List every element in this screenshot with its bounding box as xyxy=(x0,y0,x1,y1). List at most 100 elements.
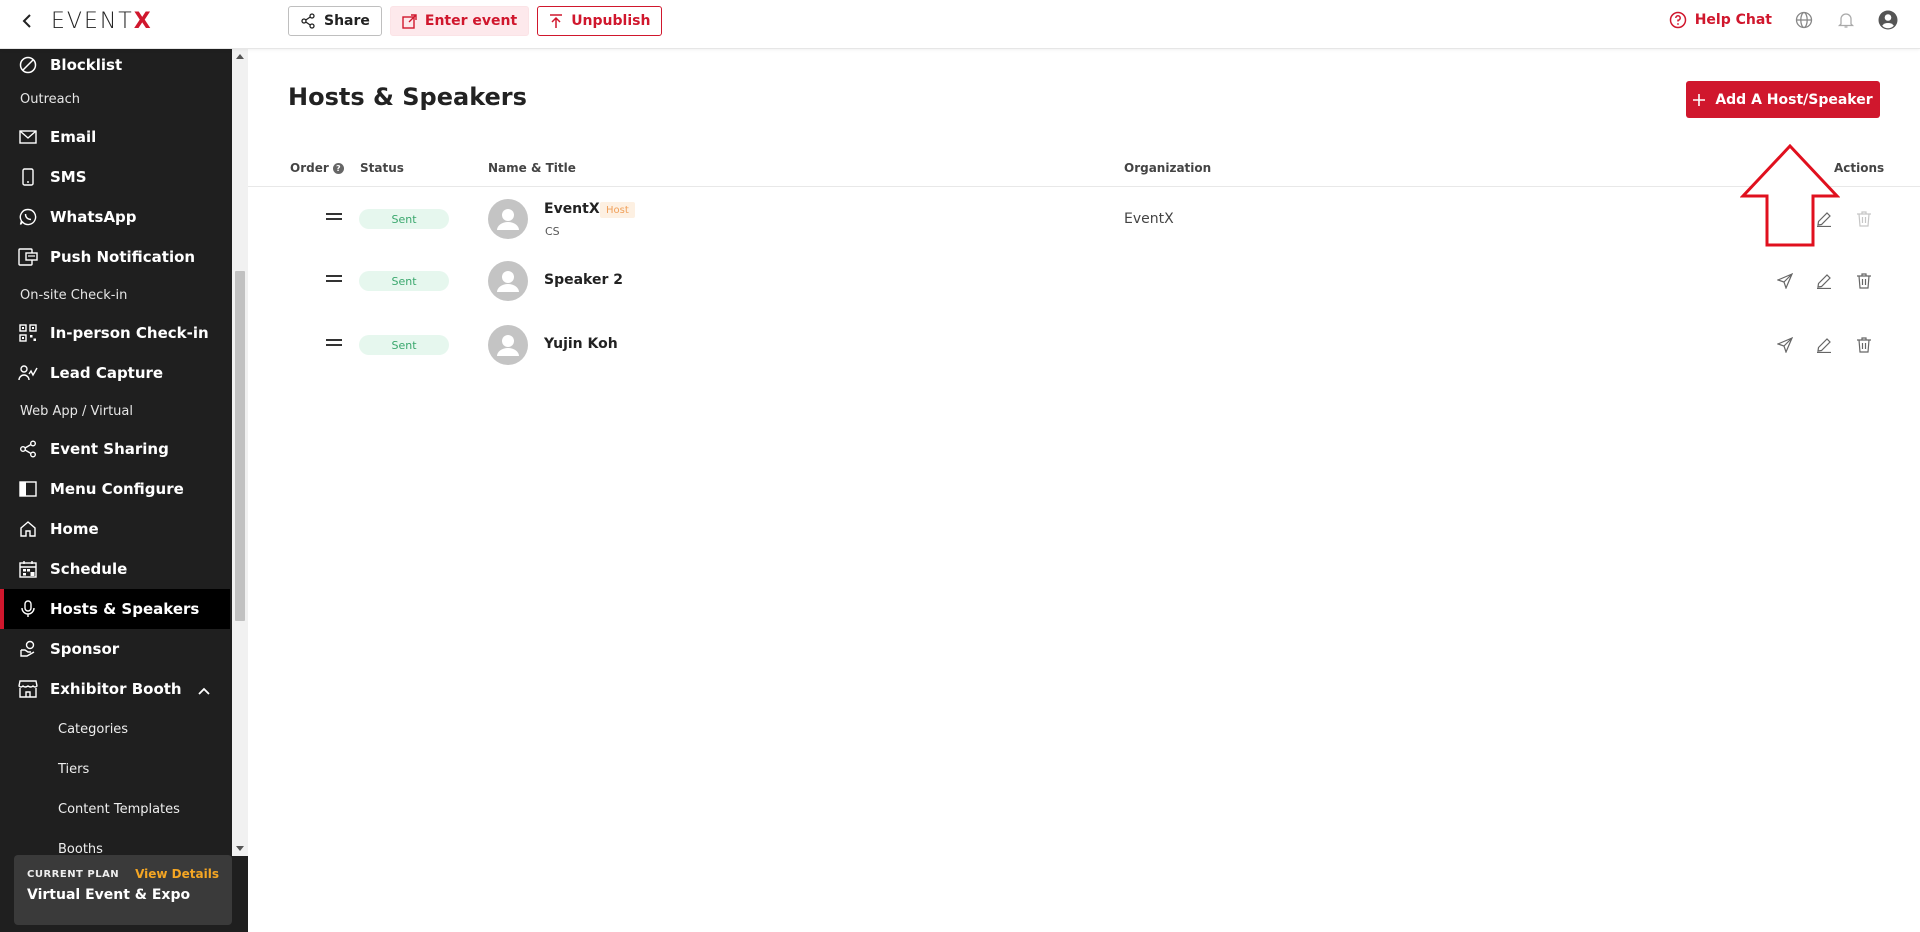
bell-icon[interactable] xyxy=(1836,10,1856,30)
sidebar-item-label: Push Notification xyxy=(50,248,196,266)
unpublish-label: Unpublish xyxy=(571,13,651,29)
sidebar-item-event-sharing[interactable]: Event Sharing xyxy=(0,429,230,469)
sidebar-item-label: In-person Check-in xyxy=(50,324,209,342)
column-order-label: Order xyxy=(290,161,329,175)
view-details-link[interactable]: View Details xyxy=(135,867,219,881)
layout-icon xyxy=(18,479,38,499)
sidebar-item-inperson-checkin[interactable]: In-person Check-in xyxy=(0,313,230,353)
host-badge: Host xyxy=(600,202,635,218)
sidebar-subitem-categories[interactable]: Categories xyxy=(0,709,230,749)
edit-icon[interactable] xyxy=(1814,271,1834,291)
scroll-down-arrow-icon[interactable] xyxy=(236,846,244,851)
avatar xyxy=(488,325,528,365)
share-icon xyxy=(301,13,315,29)
sidebar-item-sponsor[interactable]: Sponsor xyxy=(0,629,230,669)
lead-capture-icon xyxy=(18,363,38,383)
sidebar-item-schedule[interactable]: Schedule xyxy=(0,549,230,589)
status-badge: Sent xyxy=(359,209,449,229)
column-name-title: Name & Title xyxy=(488,161,576,175)
column-organization: Organization xyxy=(1124,161,1212,175)
enter-event-label: Enter event xyxy=(424,13,518,29)
whatsapp-icon xyxy=(18,207,38,227)
speaker-name: Yujin Koh xyxy=(544,336,618,352)
sidebar-item-label: Exhibitor Booth xyxy=(50,680,182,698)
block-icon xyxy=(18,55,38,75)
drag-handle-icon[interactable] xyxy=(326,339,342,346)
sidebar-subitem-content-templates[interactable]: Content Templates xyxy=(0,789,230,829)
unpublish-button[interactable]: Unpublish xyxy=(537,6,663,36)
section-outreach: Outreach xyxy=(20,91,80,107)
sidebar-item-sms[interactable]: SMS xyxy=(0,157,230,197)
home-icon xyxy=(18,519,38,539)
sidebar-item-whatsapp[interactable]: WhatsApp xyxy=(0,197,230,237)
sponsor-icon xyxy=(18,639,38,659)
qr-code-icon xyxy=(18,323,38,343)
sidebar-scrollbar[interactable] xyxy=(232,49,248,856)
help-chat-button[interactable]: Help Chat xyxy=(1669,11,1772,29)
table-header: Order ? Status Name & Title Organization… xyxy=(248,151,1920,187)
column-order: Order ? xyxy=(290,161,344,175)
sidebar-item-label: Blocklist xyxy=(50,56,123,74)
speaker-name: Speaker 2 xyxy=(544,272,623,288)
scroll-up-arrow-icon[interactable] xyxy=(236,54,244,59)
chevron-up-icon[interactable] xyxy=(198,681,210,699)
drag-handle-icon[interactable] xyxy=(326,275,342,282)
scroll-thumb[interactable] xyxy=(235,271,245,621)
sidebar-item-label: Email xyxy=(50,128,97,146)
sidebar: Blocklist Outreach Email SMS WhatsApp Pu… xyxy=(0,49,248,932)
top-actions: Share Enter event Unpublish xyxy=(288,6,663,36)
table-row: Sent EventX Host CS EventX xyxy=(248,187,1920,251)
add-host-speaker-button[interactable]: Add A Host/Speaker xyxy=(1686,81,1880,118)
current-plan-card: CURRENT PLAN View Details Virtual Event … xyxy=(14,855,232,925)
send-icon[interactable] xyxy=(1775,271,1795,291)
sidebar-item-label: Event Sharing xyxy=(50,440,169,458)
share-button[interactable]: Share xyxy=(288,6,382,36)
section-onsite-checkin: On-site Check-in xyxy=(20,287,128,303)
section-web-app-virtual: Web App / Virtual xyxy=(20,403,133,419)
sidebar-item-label: SMS xyxy=(50,168,87,186)
organization: EventX xyxy=(1124,211,1174,227)
sidebar-item-email[interactable]: Email xyxy=(0,117,230,157)
page-title: Hosts & Speakers xyxy=(288,83,527,111)
mail-icon xyxy=(18,127,38,147)
avatar xyxy=(488,199,528,239)
sidebar-item-label: Schedule xyxy=(50,560,128,578)
sidebar-item-menu-configure[interactable]: Menu Configure xyxy=(0,469,230,509)
top-right-tools: Help Chat xyxy=(1669,10,1898,30)
sidebar-item-exhibitor-booth[interactable]: Exhibitor Booth xyxy=(0,669,230,709)
eventx-logo[interactable]: EVENTX xyxy=(51,9,153,34)
sidebar-subitem-tiers[interactable]: Tiers xyxy=(0,749,230,789)
status-badge: Sent xyxy=(359,335,449,355)
status-badge: Sent xyxy=(359,271,449,291)
sidebar-item-lead-capture[interactable]: Lead Capture xyxy=(0,353,230,393)
red-arrow-annotation-icon xyxy=(1740,144,1840,247)
drag-handle-icon[interactable] xyxy=(326,213,342,220)
plan-label: CURRENT PLAN xyxy=(27,868,120,880)
table-row: Sent Speaker 2 xyxy=(248,253,1920,317)
sidebar-item-push-notification[interactable]: Push Notification xyxy=(0,237,230,277)
globe-icon[interactable] xyxy=(1794,10,1814,30)
add-host-speaker-label: Add A Host/Speaker xyxy=(1715,91,1873,108)
enter-event-button[interactable]: Enter event xyxy=(389,6,530,36)
back-arrow-icon[interactable] xyxy=(18,10,36,32)
delete-icon[interactable] xyxy=(1854,271,1874,291)
speaker-name: EventX xyxy=(544,201,600,217)
calendar-icon xyxy=(18,559,38,579)
sidebar-item-blocklist[interactable]: Blocklist xyxy=(0,49,230,81)
external-link-icon xyxy=(402,13,417,29)
edit-icon[interactable] xyxy=(1814,335,1834,355)
send-icon[interactable] xyxy=(1775,335,1795,355)
table-row: Sent Yujin Koh xyxy=(248,317,1920,381)
help-chat-label: Help Chat xyxy=(1694,12,1772,28)
help-question-icon[interactable]: ? xyxy=(332,162,344,174)
sidebar-item-home[interactable]: Home xyxy=(0,509,230,549)
column-status: Status xyxy=(360,161,404,175)
delete-icon[interactable] xyxy=(1854,335,1874,355)
sidebar-item-hosts-speakers[interactable]: Hosts & Speakers xyxy=(0,589,230,629)
user-account-icon[interactable] xyxy=(1878,10,1898,30)
delete-icon[interactable] xyxy=(1854,209,1874,229)
top-bar: EVENTX Share Enter event Unpublish Help … xyxy=(0,0,1920,49)
sidebar-menu: Blocklist Outreach Email SMS WhatsApp Pu… xyxy=(0,49,230,869)
push-notification-icon xyxy=(18,247,38,267)
sidebar-item-label: Menu Configure xyxy=(50,480,184,498)
